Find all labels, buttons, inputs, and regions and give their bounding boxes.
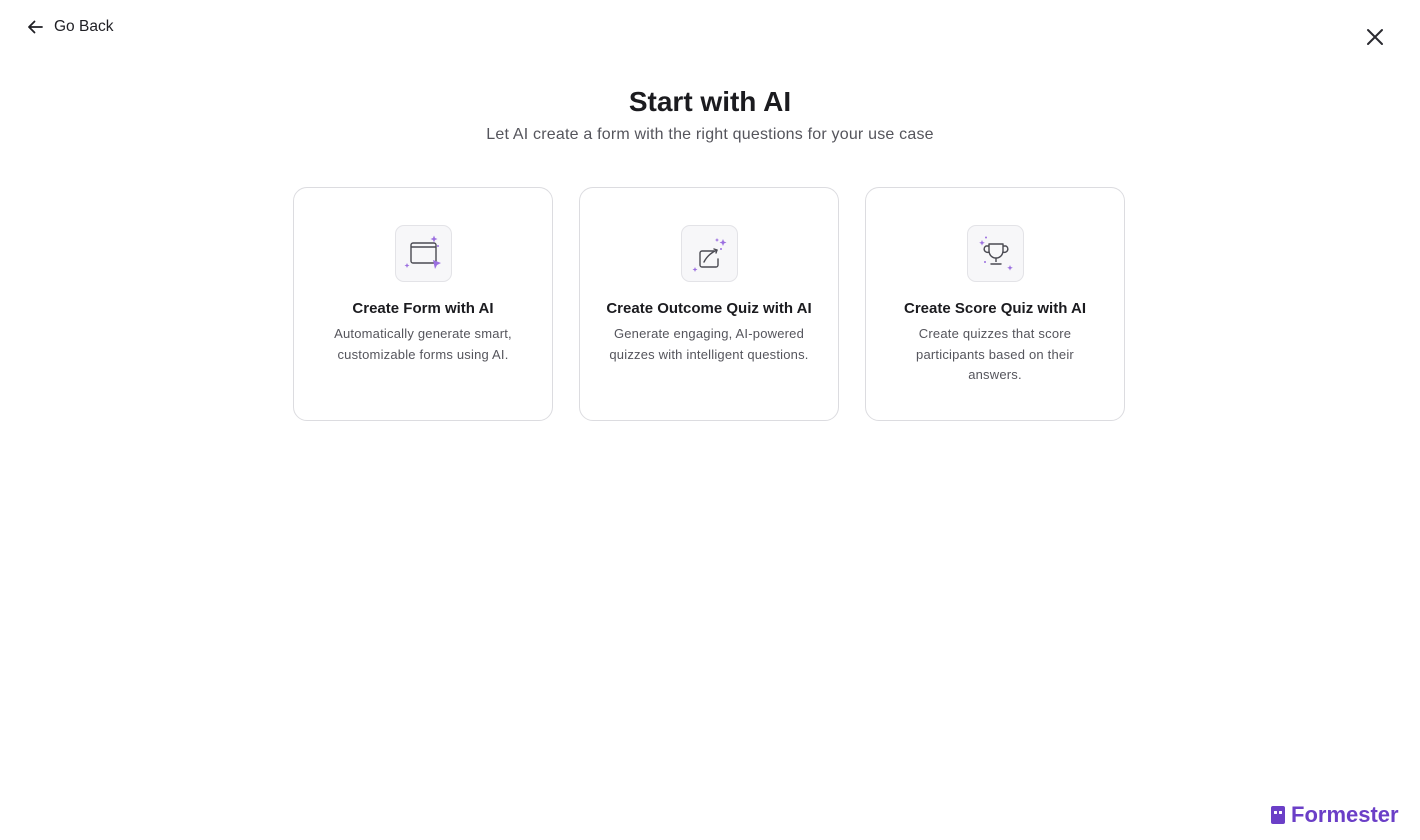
create-score-quiz-with-ai-card[interactable]: Create Score Quiz with AI Create quizzes…	[865, 187, 1125, 421]
card-description: Create quizzes that score participants b…	[916, 326, 1074, 382]
start-with-ai-page: Go Back Start with AI Let AI create a fo…	[0, 0, 1420, 840]
outcome-quiz-icon	[692, 237, 726, 272]
formester-logo[interactable]: Formester	[1271, 802, 1399, 828]
create-form-with-ai-card[interactable]: Create Form with AI Automatically genera…	[293, 187, 553, 421]
close-icon	[1367, 29, 1383, 45]
page-title: Start with AI	[628, 86, 792, 117]
card-title: Create Outcome Quiz with AI	[606, 300, 812, 317]
card-icon-container	[681, 225, 738, 282]
card-icon-container	[967, 225, 1024, 282]
page-subtitle: Let AI create a form with the right ques…	[486, 126, 934, 143]
card-title: Create Form with AI	[352, 300, 494, 317]
go-back-button[interactable]: Go Back	[26, 14, 113, 40]
close-button[interactable]	[1362, 24, 1388, 50]
arrow-left-icon	[28, 20, 43, 34]
card-description: Generate engaging, AI-powered quizzes wi…	[609, 326, 809, 362]
create-outcome-quiz-with-ai-card[interactable]: Create Outcome Quiz with AI Generate eng…	[579, 187, 839, 421]
card-description: Automatically generate smart, customizab…	[334, 326, 512, 362]
formester-logo-icon	[1271, 806, 1285, 824]
go-back-label: Go Back	[54, 18, 114, 35]
form-sparkle-icon	[404, 235, 441, 269]
card-icon-container	[395, 225, 452, 282]
brand-name: Formester	[1291, 802, 1399, 827]
trophy-icon	[978, 236, 1013, 271]
card-title: Create Score Quiz with AI	[904, 300, 1086, 317]
